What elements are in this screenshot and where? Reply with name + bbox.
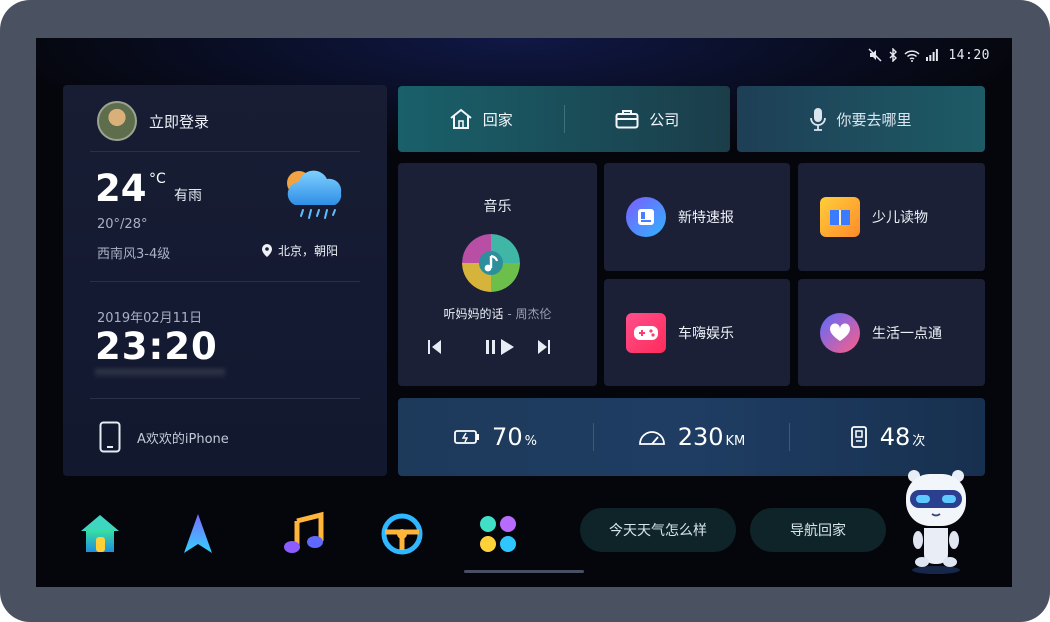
music-card[interactable]: 音乐 听妈妈的话 - 周杰伦	[398, 163, 597, 386]
apps-dock-button[interactable]	[472, 508, 524, 560]
status-bar: 14:20	[868, 46, 990, 64]
music-note-icon	[462, 234, 520, 292]
app-label: 车嗨娱乐	[678, 325, 734, 342]
battery-value: 70	[492, 423, 523, 451]
temperature-unit: °C	[149, 171, 166, 187]
date-label: 2019年02月11日	[97, 311, 203, 326]
steering-wheel-icon	[381, 513, 423, 555]
app-tile-life-services[interactable]: 生活一点通	[798, 279, 985, 386]
app-label: 生活一点通	[872, 325, 942, 342]
playback-controls	[428, 339, 550, 355]
range-stat: 230 KM	[594, 423, 789, 451]
app-tile-news[interactable]: 新特速报	[604, 163, 790, 271]
location-pin-icon	[262, 244, 272, 257]
news-icon	[626, 197, 666, 237]
company-nav-label: 公司	[649, 110, 680, 129]
company-nav-button[interactable]: 公司	[565, 109, 731, 130]
avatar[interactable]	[97, 101, 137, 141]
bluetooth-icon	[889, 48, 898, 62]
wind-info: 西南风3-4级	[97, 247, 171, 262]
assistant-robot-icon[interactable]	[900, 458, 972, 576]
clock-time: 23:20	[95, 325, 218, 368]
voice-destination-button[interactable]: 你要去哪里	[737, 86, 985, 152]
info-card: 立即登录 24 °C 有雨 20°/28° 西南风3-4级 北京，朝阳 2019…	[63, 85, 387, 476]
home-nav-label: 回家	[482, 110, 513, 129]
vehicle-dock-button[interactable]	[376, 508, 428, 560]
music-dock-button[interactable]	[278, 508, 330, 560]
navigation-icon	[184, 514, 212, 553]
location-label: 北京，朝阳	[278, 244, 339, 258]
battery-stat: 70%	[398, 423, 593, 451]
apps-grid-icon	[480, 516, 516, 552]
range-value: 230	[677, 423, 724, 451]
location: 北京，朝阳	[262, 242, 338, 259]
divider	[90, 151, 360, 152]
song-separator: -	[503, 307, 516, 321]
app-label: 少儿读物	[872, 210, 928, 226]
cloud-rain-sun-icon	[287, 170, 342, 219]
connected-device[interactable]: A欢欢的iPhone	[137, 428, 229, 447]
heart-icon	[820, 312, 860, 353]
charge-count-unit: 次	[912, 434, 926, 449]
pause-icon[interactable]	[486, 340, 495, 354]
clock-reflection	[95, 369, 225, 379]
wifi-icon	[904, 49, 920, 62]
home-dock-button[interactable]	[74, 508, 126, 560]
voice-prompt: 你要去哪里	[836, 110, 912, 129]
briefcase-icon	[615, 110, 639, 129]
nav-shortcuts: 回家 公司	[398, 86, 730, 152]
weather-condition: 有雨	[174, 188, 202, 204]
car-screen: 14:20 立即登录 24 °C 有雨 20°/28° 西南风3-4级 北京，朝…	[36, 38, 1012, 587]
next-track-icon[interactable]	[538, 340, 550, 354]
now-playing: 听妈妈的话 - 周杰伦	[398, 305, 597, 322]
mute-icon	[868, 48, 882, 62]
play-icon[interactable]	[501, 339, 514, 355]
battery-icon	[454, 430, 480, 444]
dock	[36, 500, 596, 570]
home-indicator[interactable]	[464, 570, 584, 573]
home-icon	[81, 515, 119, 552]
song-artist: 周杰伦	[515, 307, 552, 321]
music-title: 音乐	[483, 199, 512, 215]
song-title: 听妈妈的话	[443, 307, 504, 321]
signal-icon	[926, 49, 939, 61]
status-time: 14:20	[948, 47, 990, 63]
app-tile-entertainment[interactable]: 车嗨娱乐	[604, 279, 790, 386]
gamepad-icon	[626, 312, 666, 353]
app-tile-kids-books[interactable]: 少儿读物	[798, 163, 985, 271]
battery-unit: %	[524, 434, 537, 449]
home-icon	[450, 108, 472, 129]
suggestion-navigate-home-button[interactable]: 导航回家	[750, 508, 886, 552]
book-icon	[820, 197, 860, 237]
previous-track-icon[interactable]	[428, 340, 441, 354]
login-link[interactable]: 立即登录	[149, 111, 209, 132]
suggestion-weather-button[interactable]: 今天天气怎么样	[580, 508, 736, 552]
divider	[90, 281, 360, 282]
navigation-dock-button[interactable]	[172, 508, 224, 560]
temperature-range: 20°/28°	[97, 217, 148, 232]
temperature-value: 24	[95, 167, 147, 210]
divider	[90, 398, 360, 399]
vehicle-stats: 70% 230 KM 48 次	[398, 398, 985, 476]
range-unit: KM	[725, 434, 746, 449]
app-label: 新特速报	[678, 210, 734, 226]
charging-station-icon	[850, 426, 867, 448]
charge-count-value: 48	[879, 423, 911, 451]
phone-icon	[99, 421, 121, 453]
microphone-icon	[810, 108, 827, 131]
speedometer-icon	[638, 431, 665, 445]
charge-count-stat: 48 次	[790, 423, 985, 451]
home-nav-button[interactable]: 回家	[398, 108, 564, 130]
music-icon	[284, 511, 324, 553]
